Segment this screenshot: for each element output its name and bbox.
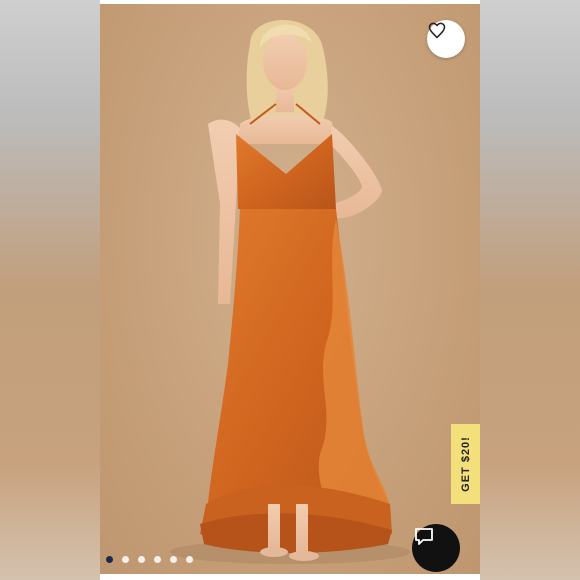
heart-outline-icon (428, 22, 446, 39)
promo-tab[interactable]: GET $20! (451, 424, 480, 504)
chat-button[interactable] (412, 524, 460, 572)
right-blurred-backdrop (480, 0, 580, 580)
like-button[interactable] (427, 20, 465, 58)
promo-label: GET $20! (459, 436, 472, 492)
carousel-dot[interactable] (122, 556, 129, 563)
carousel-dot[interactable] (138, 556, 145, 563)
product-image[interactable]: GET $20! (100, 4, 480, 574)
left-blurred-backdrop (0, 0, 100, 580)
carousel-dot[interactable] (106, 556, 113, 563)
carousel-indicator (106, 556, 193, 563)
carousel-dot[interactable] (154, 556, 161, 563)
carousel-dot[interactable] (186, 556, 193, 563)
chat-bubble-icon (415, 528, 433, 545)
carousel-dot[interactable] (170, 556, 177, 563)
model-photo (170, 19, 410, 564)
